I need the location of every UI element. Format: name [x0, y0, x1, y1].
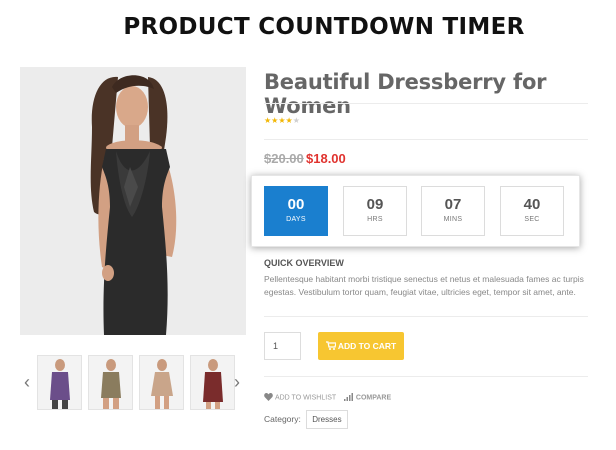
countdown-hours-value: 09	[366, 196, 384, 213]
countdown-days-value: 00	[287, 196, 305, 213]
add-to-cart-label: ADD TO CART	[337, 341, 397, 351]
product-title: Beautiful Dressberry for Women	[264, 70, 547, 118]
rating-stars: ★★★★★	[264, 116, 300, 125]
category-tag[interactable]: Dresses	[306, 410, 348, 429]
thumbnail-2[interactable]	[88, 355, 133, 410]
thumbnail-4[interactable]	[190, 355, 235, 410]
sale-price: $18.00	[306, 151, 346, 166]
chevron-right-icon[interactable]: ›	[230, 369, 244, 395]
quick-overview-heading: QUICK OVERVIEW	[264, 258, 344, 268]
divider	[264, 139, 588, 140]
thumbnail-gallery: ‹ ›	[20, 355, 250, 411]
countdown-days: 00 DAYS	[264, 186, 328, 236]
add-to-cart-button[interactable]: ADD TO CART	[318, 332, 404, 360]
countdown-seconds-label: SEC	[524, 216, 540, 223]
product-main-image[interactable]	[20, 67, 246, 335]
countdown-seconds-value: 40	[523, 196, 541, 213]
star-icon: ★	[285, 116, 293, 125]
thumbnail-1[interactable]	[37, 355, 82, 410]
heart-icon	[264, 393, 275, 403]
page-banner-title: PRODUCT COUNTDOWN TIMER	[123, 14, 525, 40]
countdown-hours: 09 HRS	[343, 186, 407, 236]
thumbnail-3[interactable]	[139, 355, 184, 410]
countdown-hours-label: HRS	[367, 216, 383, 223]
wishlist-link[interactable]: ADD TO WISHLIST	[275, 395, 336, 402]
category-row: Category: Dresses	[264, 410, 348, 429]
countdown-minutes-value: 07	[444, 196, 462, 213]
product-links: ADD TO WISHLIST COMPARE	[264, 393, 391, 403]
category-label: Category:	[264, 414, 301, 424]
star-icon: ★	[278, 116, 286, 125]
countdown-timer: 00 DAYS 09 HRS 07 MINS 40 SEC	[251, 175, 580, 247]
countdown-seconds: 40 SEC	[500, 186, 564, 236]
countdown-minutes-label: MINS	[443, 216, 463, 223]
quantity-input[interactable]: 1	[264, 332, 301, 360]
divider	[264, 376, 588, 377]
divider	[264, 316, 588, 317]
compare-link[interactable]: COMPARE	[356, 395, 391, 402]
countdown-minutes: 07 MINS	[421, 186, 485, 236]
star-icon: ★	[292, 116, 300, 125]
chevron-left-icon[interactable]: ‹	[20, 369, 34, 395]
countdown-days-label: DAYS	[286, 216, 306, 223]
compare-bars-icon	[343, 393, 356, 403]
quick-overview-text: Pellentesque habitant morbi tristique se…	[264, 274, 584, 297]
cart-icon	[325, 341, 338, 351]
divider	[264, 103, 588, 104]
old-price: $20.00	[264, 151, 304, 166]
